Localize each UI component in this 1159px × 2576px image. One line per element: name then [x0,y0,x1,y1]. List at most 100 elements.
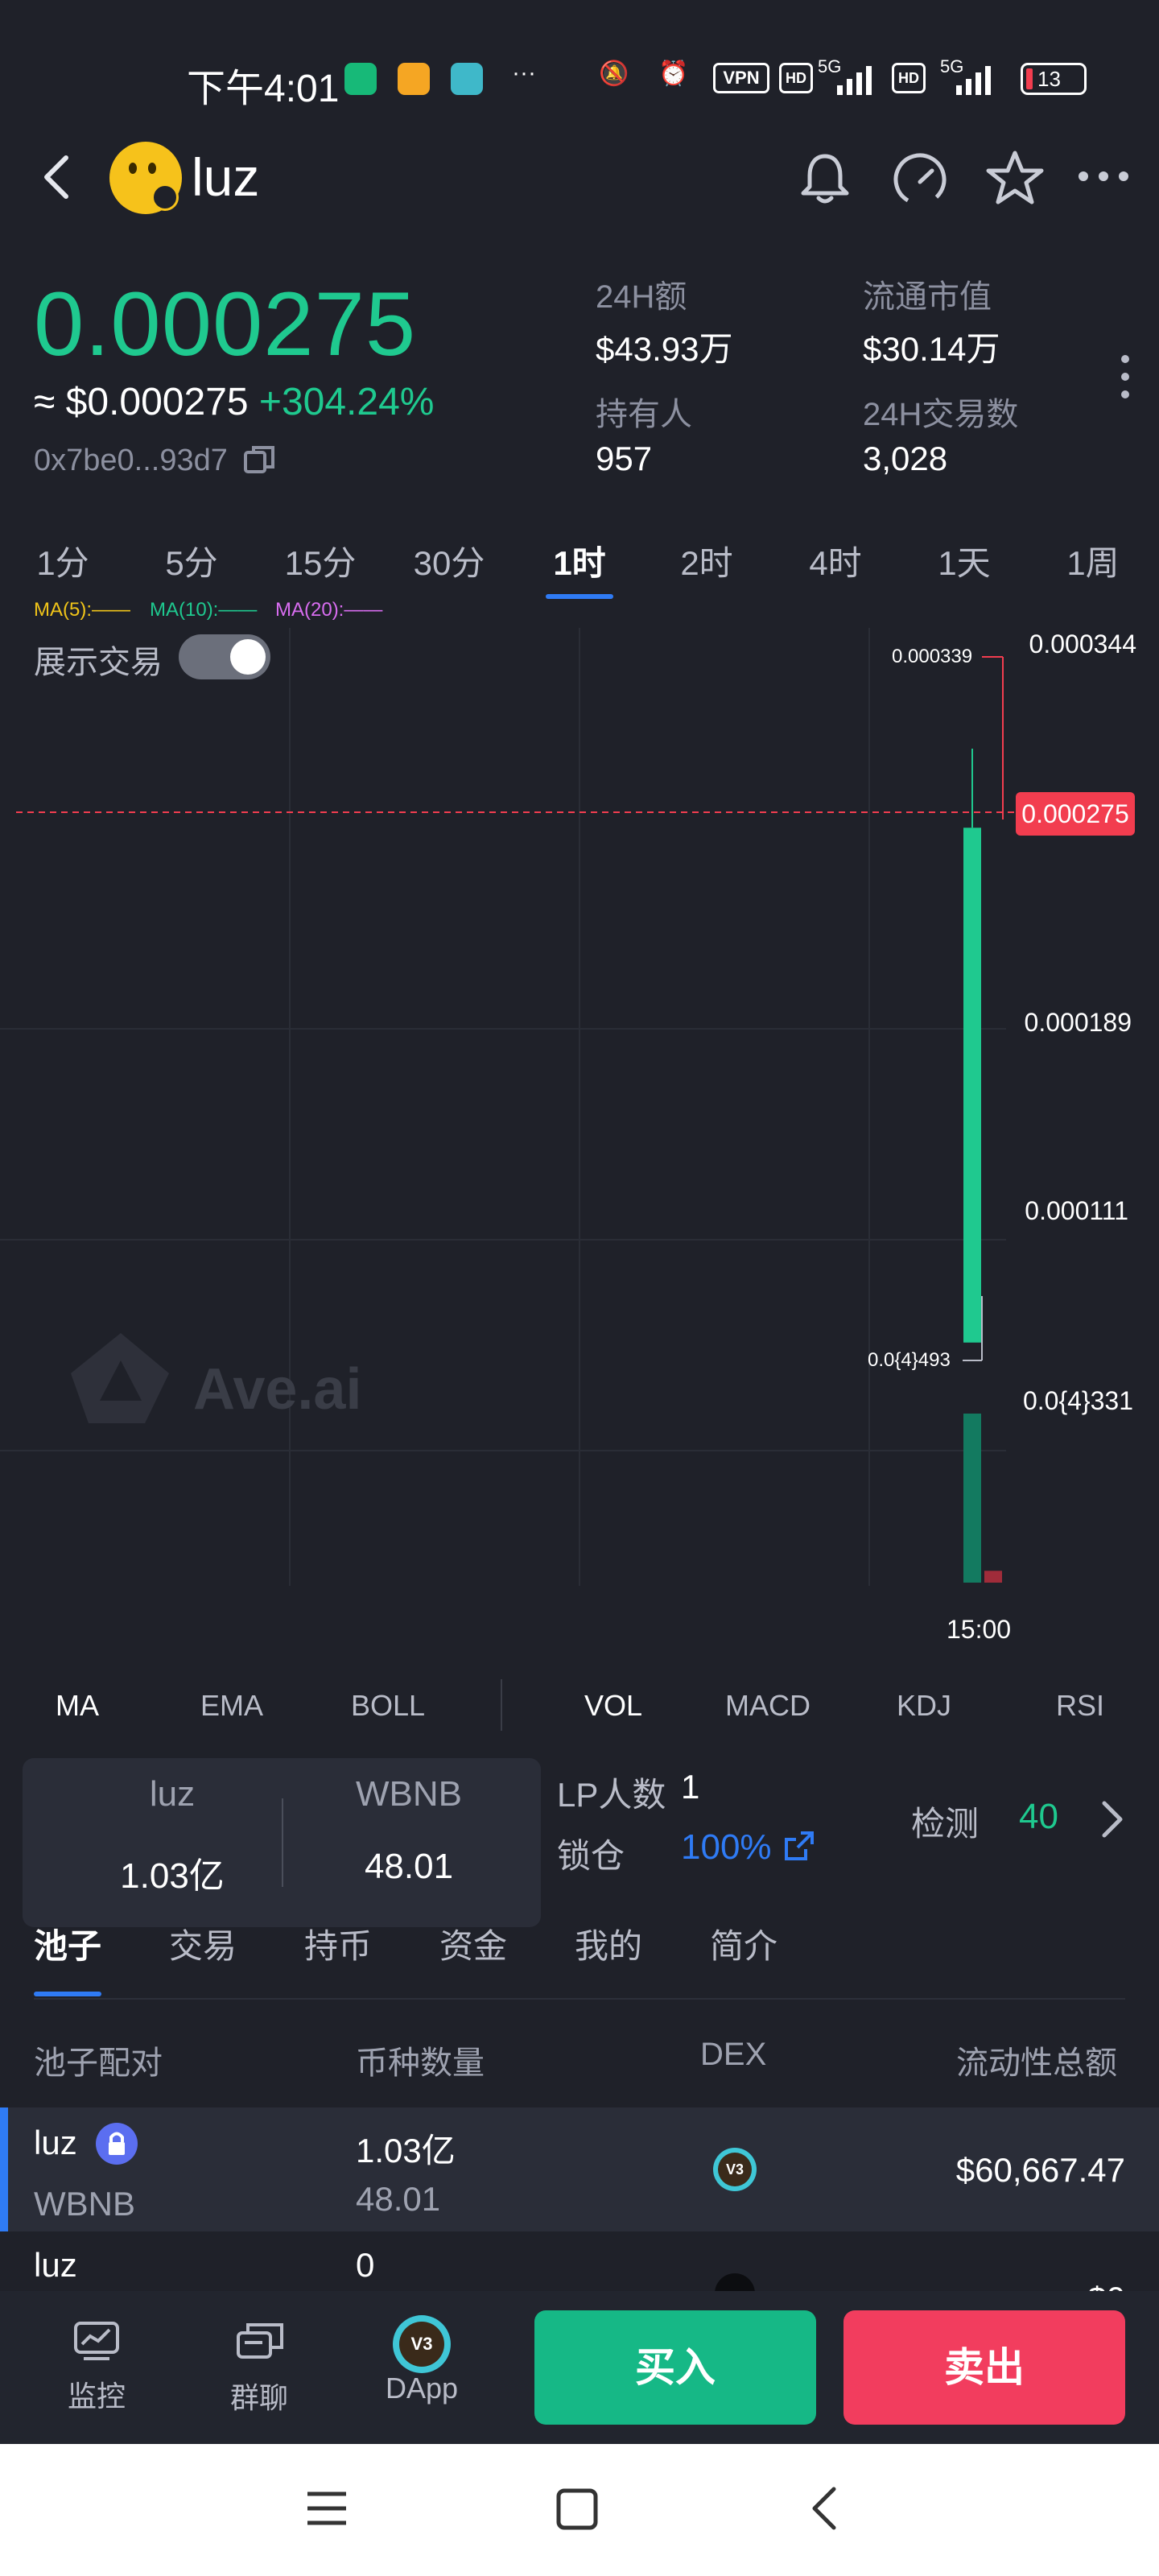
candles-layer [963,749,981,1343]
usd-price-line: ≈ $0.000275 +304.24% [34,380,434,424]
lock-icon [96,2123,138,2165]
buy-button[interactable]: 买入 [534,2310,816,2425]
lock-link[interactable]: 100% [681,1827,817,1868]
x-tick-1500: 15:00 [947,1615,1012,1644]
monitor-label[interactable]: 监控 [32,2373,161,2415]
pool-pair-card[interactable]: luz 1.03亿 WBNB 48.01 [23,1758,541,1927]
tab-15m[interactable]: 15分 [272,536,369,585]
alarm-icon: ⏰ [658,60,689,87]
more-icon[interactable] [1075,166,1132,187]
holders-value: 957 [596,440,653,477]
hd-indicator-2: HD [892,63,926,93]
token-logo-icon [109,142,182,214]
tab-4h[interactable]: 4时 [787,536,884,585]
indicator-ema[interactable]: EMA [184,1689,280,1723]
gauge-icon[interactable] [890,150,950,209]
sell-button[interactable]: 卖出 [843,2310,1125,2425]
star-icon[interactable] [985,148,1045,208]
security-check-label[interactable]: 检测 [911,1797,979,1846]
col-pair: 池子配对 [34,2046,163,2081]
row2-liquidity: $0 [805,2280,1125,2291]
tx-24h-label: 24H交易数 [863,397,1019,432]
volume-bar-buy [963,1414,981,1583]
pair-divider [282,1798,283,1887]
col-amount: 币种数量 [356,2046,485,2081]
row-amount-a: 1.03亿 [356,2132,456,2169]
y-tick-2: 0.000189 [1024,1008,1132,1037]
dapp-label[interactable]: DApp [357,2372,486,2405]
current-price-tag: 0.000275 [1016,792,1135,836]
shield-app-icon [344,63,377,95]
ma20-legend: MA(20):—— [275,599,383,621]
vol-24h-label: 24H额 [596,279,687,315]
row2-pair-a: luz [34,2246,77,2284]
menu-icon[interactable] [304,2486,349,2531]
market-cap-value: $30.14万 [863,330,1000,368]
col-dex: DEX [700,2037,767,2072]
dapp-icon[interactable]: V3 [393,2315,451,2373]
pair-token-a: luz [149,1774,196,1814]
battery-level: 13 [1037,67,1061,91]
vertical-more-icon[interactable] [1117,351,1133,402]
y-tick-3: 0.000111 [1025,1196,1128,1225]
tab-funds[interactable]: 资金 [439,1919,507,1968]
tab-30m[interactable]: 30分 [401,536,497,585]
tab-1m[interactable]: 1分 [14,536,111,585]
monitor-icon[interactable] [72,2320,121,2362]
tab-2h[interactable]: 2时 [658,536,755,585]
bell-icon[interactable] [797,150,853,206]
contract-address[interactable]: 0x7be0...93d7 [34,443,278,478]
pair-token-b-amount: 48.01 [364,1847,454,1886]
group-chat-icon[interactable] [235,2320,285,2365]
signal-icon [837,66,872,95]
group-chat-label[interactable]: 群聊 [195,2375,324,2417]
high-price-label: 0.000339 [892,646,973,667]
ma5-legend: MA(5):—— [34,599,130,621]
lock-value: 100% [681,1827,772,1867]
row-selected-marker [0,2107,8,2231]
current-price: 0.000275 [34,274,417,374]
indicator-macd[interactable]: MACD [720,1689,816,1723]
indicator-vol[interactable]: VOL [565,1689,662,1723]
chevron-right-icon[interactable] [1098,1798,1127,1840]
table-row[interactable]: luz 0 $0 [0,2231,1159,2291]
indicator-ma[interactable]: MA [29,1689,126,1723]
usd-price: ≈ $0.000275 [34,381,249,423]
tab-1d[interactable]: 1天 [916,536,1013,585]
back-icon[interactable] [808,2484,840,2533]
indicator-kdj[interactable]: KDJ [876,1689,972,1723]
indicator-boll[interactable]: BOLL [340,1689,436,1723]
show-trades-toggle[interactable] [179,634,270,679]
address-text: 0x7be0...93d7 [34,444,228,477]
chevron-left-icon[interactable] [37,153,79,201]
indicator-rsi[interactable]: RSI [1032,1689,1128,1723]
dapp-badge: V3 [399,2322,444,2367]
price-chart[interactable]: Ave.ai [0,604,1159,1650]
active-tab-underline [546,594,613,599]
watermark-logo [71,1333,169,1423]
system-nav-bar [0,2444,1159,2576]
table-row[interactable]: luz WBNB 1.03亿 48.01 V3 $60,667.47 [0,2107,1159,2231]
tab-5m[interactable]: 5分 [143,536,240,585]
security-check-score: 40 [1019,1797,1058,1836]
row-pair-b: WBNB [34,2185,135,2223]
copy-icon[interactable] [242,443,278,475]
tab-1h[interactable]: 1时 [531,536,628,585]
y-tick-1: 0.000344 [1029,630,1136,658]
row-amount-b: 48.01 [356,2180,441,2218]
tab-mine[interactable]: 我的 [575,1919,642,1968]
ma10-legend: MA(10):—— [150,599,258,621]
more-notifications-icon: ··· [512,60,536,86]
hd-indicator: HD [779,63,813,93]
y-tick-4: 0.0{4}331 [1022,1386,1133,1415]
external-link-icon[interactable] [782,1828,817,1864]
tab-trades[interactable]: 交易 [169,1919,237,1968]
tab-intro[interactable]: 简介 [710,1919,777,1968]
tab-holders[interactable]: 持币 [304,1919,372,1968]
home-icon[interactable] [555,2487,599,2531]
candle-body[interactable] [963,828,981,1343]
tab-pools[interactable]: 池子 [34,1919,101,1968]
holders-label: 持有人 [596,397,692,432]
tab-1w[interactable]: 1周 [1045,536,1141,585]
status-time: 下午4:01 [187,68,340,110]
